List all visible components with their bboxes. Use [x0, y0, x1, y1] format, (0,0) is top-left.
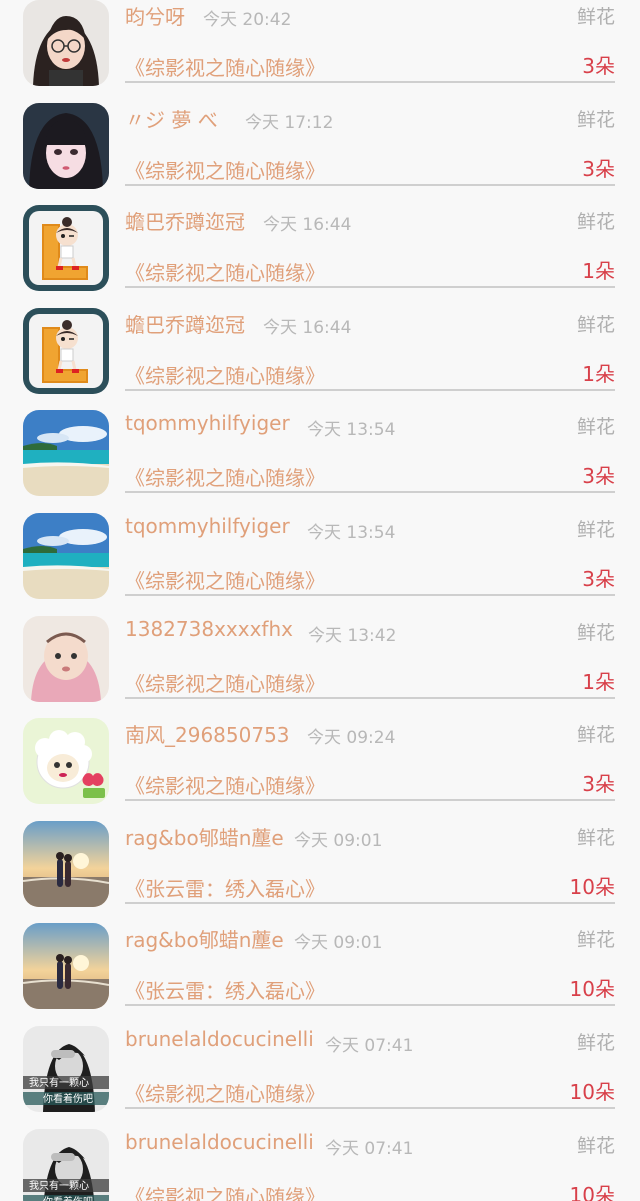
gift-record-row[interactable]: rag&bo郇蜡n薼e 今天 09:01 鲜花《张云雷：绣入磊心》 10朵 — [0, 923, 640, 1026]
flower-count: 1朵 — [582, 259, 615, 284]
gift-time: 今天 09:01 — [294, 830, 383, 851]
user-name[interactable]: 蟾巴乔蹲迩冠 — [125, 309, 245, 338]
gift-time: 今天 16:44 — [263, 215, 352, 236]
avatar-caption-1: 我只有一颗心 — [29, 1179, 89, 1192]
row-divider — [125, 1107, 615, 1109]
book-title-link[interactable]: 《综影视之随心随缘》 — [125, 1181, 325, 1201]
gift-record-row[interactable]: 我只有一颗心 你看着伤吧 brunelaldocucinelli 今天 07:41 鲜… — [0, 1026, 640, 1129]
flower-count: 10朵 — [569, 977, 615, 1002]
flower-count: 3朵 — [582, 464, 615, 489]
user-avatar[interactable]: 我只有一颗心 你看着伤吧 — [23, 1128, 109, 1201]
user-name[interactable]: rag&bo郇蜡n薼e — [125, 924, 284, 953]
user-name[interactable]: tqommyhilfyiger — [125, 411, 290, 435]
user-name[interactable]: 〃ジ 夢 べ — [125, 104, 218, 133]
gift-time: 今天 16:44 — [263, 317, 352, 338]
flower-gift-list: 昀兮呀 今天 20:42 鲜花 《综影视之随心随缘》 3朵 〃ジ 夢 べ今天 17:12… — [0, 0, 640, 1201]
user-name[interactable]: 南风_296850753 — [125, 719, 290, 748]
user-avatar[interactable] — [23, 102, 109, 189]
user-name[interactable]: brunelaldocucinelli — [125, 1130, 314, 1154]
user-avatar[interactable] — [23, 513, 109, 599]
gift-time: 今天 07:41 — [325, 1036, 414, 1056]
gift-type-label: 鲜花 — [576, 1032, 615, 1054]
book-title-link[interactable]: 《综影视之随心随缘》 — [125, 360, 325, 389]
book-title-link[interactable]: 《综影视之随心随缘》 — [125, 1078, 325, 1107]
avatar-caption-1: 我只有一颗心 — [29, 1076, 89, 1089]
gift-type-label: 鲜花 — [576, 313, 615, 336]
book-title-link[interactable]: 《张云雷：绣入磊心》 — [125, 873, 325, 902]
gift-type-label: 鲜花 — [576, 724, 615, 747]
gift-time: 今天 09:01 — [294, 933, 383, 954]
row-divider — [125, 491, 615, 494]
gift-type-label: 鲜花 — [576, 1134, 615, 1157]
gift-record-row[interactable]: 1382738xxxxfhx 今天 13:42 鲜花《综影视之随心随缘》 1朵 — [0, 615, 640, 719]
gift-record-row[interactable]: 蟾巴乔蹲迩冠 今天 16:44 鲜花《综影视之随心随缘》 1朵 — [0, 307, 640, 411]
user-avatar[interactable]: 我只有一颗心 你看着伤吧 — [23, 1026, 109, 1112]
flower-count: 10朵 — [569, 874, 615, 899]
user-avatar[interactable] — [23, 820, 109, 907]
flower-count: 10朵 — [569, 1080, 615, 1104]
flower-count: 3朵 — [582, 772, 615, 797]
gift-time: 今天 20:42 — [203, 10, 292, 30]
gift-time: 今天 13:42 — [308, 625, 397, 646]
user-name[interactable]: 昀兮呀 — [125, 1, 185, 30]
gift-type-label: 鲜花 — [576, 108, 615, 131]
gift-time: 今天 09:24 — [307, 728, 396, 749]
row-divider — [125, 388, 615, 391]
flower-count: 1朵 — [582, 361, 615, 386]
user-name[interactable]: 1382738xxxxfhx — [125, 617, 293, 641]
user-name[interactable]: 蟾巴乔蹲迩冠 — [125, 206, 245, 235]
gift-time: 今天 17:12 — [245, 112, 334, 133]
row-divider — [125, 183, 615, 186]
user-avatar[interactable] — [23, 0, 109, 86]
book-title-link[interactable]: 《综影视之随心随缘》 — [125, 770, 325, 799]
row-divider — [125, 594, 615, 596]
user-name[interactable]: rag&bo郇蜡n薼e — [125, 822, 284, 851]
user-name[interactable]: tqommyhilfyiger — [125, 514, 290, 538]
flower-count: 3朵 — [582, 156, 615, 181]
gift-record-row[interactable]: 南风_296850753 今天 09:24 鲜花《综影视之随心随缘》 3朵 — [0, 718, 640, 821]
gift-record-row[interactable]: 我只有一颗心 你看着伤吧 brunelaldocucinelli 今天 07:41 鲜… — [0, 1128, 640, 1201]
gift-record-row[interactable]: rag&bo郇蜡n薼e 今天 09:01 鲜花《张云雷：绣入磊心》 10朵 — [0, 820, 640, 924]
gift-time: 今天 07:41 — [325, 1138, 414, 1159]
book-title-link[interactable]: 《综影视之随心随缘》 — [125, 668, 325, 697]
user-avatar[interactable] — [23, 718, 109, 805]
gift-type-label: 鲜花 — [576, 6, 615, 28]
user-avatar[interactable] — [23, 615, 109, 702]
gift-record-row[interactable]: 昀兮呀 今天 20:42 鲜花《综影视之随心随缘》 3朵 — [0, 0, 640, 103]
gift-type-label: 鲜花 — [576, 211, 615, 234]
book-title-link[interactable]: 《综影视之随心随缘》 — [125, 155, 325, 184]
row-divider — [125, 286, 615, 289]
gift-record-row[interactable]: tqommyhilfyiger 今天 13:54 鲜花《综影视之随心随缘》 3朵 — [0, 513, 640, 616]
row-divider — [125, 696, 615, 699]
flower-count: 3朵 — [582, 54, 615, 78]
gift-record-row[interactable]: 蟾巴乔蹲迩冠 今天 16:44 鲜花《综影视之随心随缘》 1朵 — [0, 205, 640, 308]
user-avatar[interactable] — [23, 205, 109, 292]
row-divider — [125, 799, 615, 802]
row-divider — [125, 81, 615, 83]
book-title-link[interactable]: 《综影视之随心随缘》 — [125, 565, 325, 594]
avatar-caption-2: 你看着伤吧 — [43, 1092, 93, 1105]
book-title-link[interactable]: 《综影视之随心随缘》 — [125, 52, 325, 81]
gift-time: 今天 13:54 — [307, 420, 396, 441]
gift-time: 今天 13:54 — [307, 523, 396, 543]
user-avatar[interactable] — [23, 923, 109, 1010]
flower-count: 1朵 — [582, 669, 615, 694]
user-name[interactable]: brunelaldocucinelli — [125, 1027, 314, 1051]
gift-type-label: 鲜花 — [576, 519, 615, 541]
flower-count: 10朵 — [569, 1182, 615, 1201]
gift-type-label: 鲜花 — [576, 416, 615, 439]
book-title-link[interactable]: 《综影视之随心随缘》 — [125, 257, 325, 286]
gift-record-row[interactable]: tqommyhilfyiger 今天 13:54 鲜花《综影视之随心随缘》 3朵 — [0, 410, 640, 513]
flower-count: 3朵 — [582, 567, 615, 591]
gift-record-row[interactable]: 〃ジ 夢 べ 今天 17:12 鲜花《综影视之随心随缘》 3朵 — [0, 102, 640, 206]
gift-type-label: 鲜花 — [576, 621, 615, 644]
user-avatar[interactable] — [23, 410, 109, 497]
gift-type-label: 鲜花 — [576, 929, 615, 952]
user-avatar[interactable] — [23, 307, 109, 394]
row-divider — [125, 1004, 615, 1007]
row-divider — [125, 901, 615, 904]
gift-type-label: 鲜花 — [576, 826, 615, 849]
book-title-link[interactable]: 《综影视之随心随缘》 — [125, 462, 325, 491]
book-title-link[interactable]: 《张云雷：绣入磊心》 — [125, 975, 325, 1004]
